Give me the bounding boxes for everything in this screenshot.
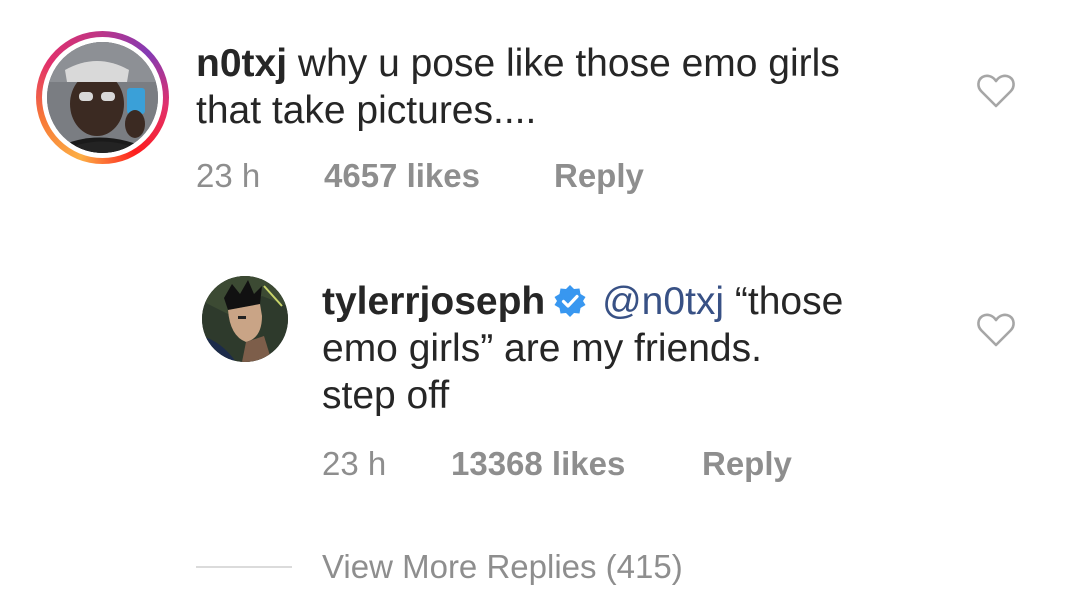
reply-comment: tylerrjoseph @n0txj “those emo girls” ar… <box>0 0 1080 611</box>
view-more-replies-button[interactable]: View More Replies (415) <box>322 547 683 587</box>
reply-time: 23 h <box>322 445 387 482</box>
reply-text: tylerrjoseph @n0txj “those emo girls” ar… <box>322 278 942 419</box>
mention-link[interactable]: @n0txj <box>602 280 724 323</box>
reply-body-line2: emo girls” are my friends. <box>322 327 762 370</box>
reply-username[interactable]: tylerrjoseph <box>322 280 545 323</box>
verified-badge-icon <box>554 285 586 317</box>
reply-meta: 23 h 13368 likes Reply <box>322 444 1022 484</box>
divider <box>196 566 292 568</box>
user-avatar-illustration-icon <box>202 276 288 362</box>
reply-likes[interactable]: 13368 likes <box>451 444 625 484</box>
avatar[interactable] <box>202 276 288 362</box>
heart-outline-icon[interactable] <box>976 312 1016 348</box>
reply-body-line1: “those <box>734 280 844 323</box>
reply-button[interactable]: Reply <box>702 444 792 484</box>
reply-body-line3: step off <box>322 374 450 417</box>
